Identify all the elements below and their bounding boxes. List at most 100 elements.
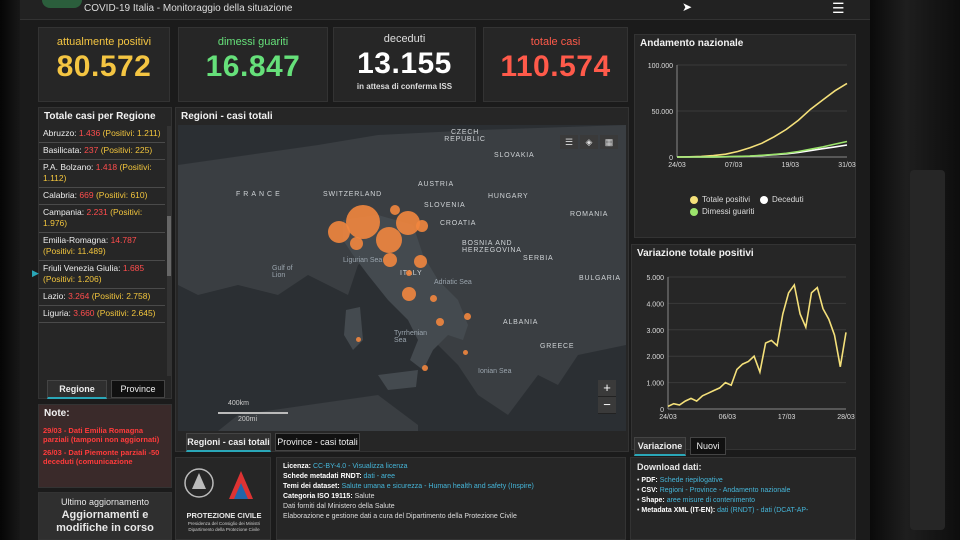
license-line-text[interactable]: Salute umana e sicurezza - Human health …: [342, 483, 534, 490]
update-title: Ultimo aggiornamento: [60, 497, 150, 507]
map-label-country: SERBIA: [523, 255, 554, 262]
map-bubble-lombardia[interactable]: [346, 205, 380, 239]
tab-regioni-casi-totali[interactable]: Regioni - casi totali: [186, 433, 271, 452]
license-line-text[interactable]: dati - aree: [364, 473, 396, 480]
map-bubble-trentino[interactable]: [390, 205, 400, 215]
download-item: • Metadata XML (IT-EN): dati (RNDT) - da…: [637, 506, 849, 516]
basemap-gallery-icon[interactable]: ▦: [600, 135, 618, 149]
chart1-title: Andamento nazionale: [640, 38, 744, 49]
download-item-label: Shape:: [641, 497, 665, 504]
protezione-civile-sub: Presidenza del Consiglio dei Ministri: [187, 521, 261, 526]
map-bubble-liguria[interactable]: [350, 237, 363, 250]
map-bubble-sardegna[interactable]: [356, 337, 361, 342]
y-tick-label: 3.000: [646, 328, 664, 335]
map-label-country: FRANCE: [236, 191, 283, 198]
x-tick-label: 31/03: [838, 162, 856, 169]
tab-province-casi-totali[interactable]: Province - casi totali: [275, 433, 360, 451]
region-positivi: (Positivi: 2.758): [91, 291, 151, 301]
map-bubble-abruzzo[interactable]: [430, 295, 437, 302]
tab-regione[interactable]: Regione: [47, 380, 107, 399]
map-scale-mi: 200mi: [238, 416, 258, 423]
logo-icon: [42, 0, 82, 8]
legend-list-icon[interactable]: ☰: [560, 135, 578, 149]
download-link[interactable]: Schede riepilogative: [660, 477, 723, 484]
region-list-item[interactable]: Abruzzo: 1.436 (Positivi: 1.211): [39, 126, 165, 143]
y-tick-label: 1.000: [646, 381, 664, 388]
dashboard-screen: COVID-19 Italia - Monitoraggio della sit…: [20, 0, 870, 540]
region-list-item[interactable]: Liguria: 3.660 (Positivi: 2.645): [39, 306, 165, 323]
license-line-text: Elaborazione e gestione dati a cura del …: [283, 513, 517, 520]
map-bubble-puglia[interactable]: [464, 313, 471, 320]
map-bubble-calabria[interactable]: [463, 350, 468, 355]
regions-list[interactable]: Abruzzo: 1.436 (Positivi: 1.211) Basilica…: [39, 126, 165, 376]
map-bubble-toscana[interactable]: [383, 253, 397, 267]
license-line: Elaborazione e gestione dati a cura del …: [283, 512, 619, 522]
license-line-text[interactable]: CC-BY-4.0 - Visualizza licenza: [313, 463, 408, 470]
map-bubble-campania[interactable]: [436, 318, 444, 326]
map-label-country: BOSNIA AND HERZEGOVINA: [462, 240, 522, 254]
download-link[interactable]: Regioni - Province - Andamento nazionale: [660, 487, 791, 494]
map-bubble-sicilia[interactable]: [422, 365, 428, 371]
license-line-label: Licenza:: [283, 463, 312, 470]
zoom-out-button[interactable]: −: [598, 397, 616, 414]
monitor-bezel-left: [0, 0, 20, 540]
y-tick-label: 50.000: [652, 109, 674, 116]
region-list-item[interactable]: Lazio: 3.264 (Positivi: 2.758): [39, 289, 165, 306]
y-tick-label: 100.000: [648, 63, 673, 70]
layers-icon[interactable]: ◈: [580, 135, 598, 149]
map-bubble-umbria[interactable]: [406, 270, 412, 276]
panel-collapse-arrow-icon[interactable]: ▶: [32, 268, 39, 279]
kpi-value: 16.847: [205, 50, 301, 83]
map-label-country: HUNGARY: [488, 193, 529, 200]
regions-scrollbar[interactable]: [167, 126, 171, 376]
protezione-civile-panel: PROTEZIONE CIVILE Presidenza del Consigl…: [175, 457, 271, 540]
map-label-country: AUSTRIA: [418, 181, 454, 188]
hamburger-menu-icon[interactable]: ☰: [832, 0, 845, 17]
protezione-civile-logo: [184, 468, 253, 499]
map-title: Regioni - casi totali: [181, 111, 273, 122]
download-link[interactable]: dati (RNDT) - dati (DCAT-AP-: [717, 507, 808, 514]
map-bubble-piemonte[interactable]: [328, 221, 350, 243]
tab-variazione[interactable]: Variazione: [634, 437, 686, 456]
map-label-sea: Ionian Sea: [478, 368, 512, 375]
chart2-title: Variazione totale positivi: [637, 248, 754, 259]
map-bubble-marche[interactable]: [414, 255, 427, 268]
monitor-bezel-right: [870, 0, 960, 540]
map-bubble-lazio[interactable]: [402, 287, 416, 301]
region-positivi: (Positivi: 1.211): [102, 128, 161, 138]
map-bubble-friuli[interactable]: [416, 220, 428, 232]
regions-panel-title: Totale casi per Regione: [44, 111, 156, 122]
region-list-item[interactable]: Friuli Venezia Giulia: 1.685 (Positivi: …: [39, 261, 165, 289]
kpi-subtext: in attesa di conferma ISS: [356, 82, 453, 91]
legend-item-guariti[interactable]: Dimessi guariti: [690, 207, 754, 216]
kpi-attualmente-positivi: attualmente positivi 80.572: [38, 27, 170, 102]
region-list-item[interactable]: Campania: 2.231 (Positivi: 1.976): [39, 205, 165, 233]
y-tick-label: 0: [660, 407, 664, 414]
zoom-in-button[interactable]: +: [598, 380, 616, 397]
kpi-label: dimessi guariti: [217, 36, 289, 48]
tab-nuovi[interactable]: Nuovi: [690, 437, 726, 455]
map-canvas[interactable]: FRANCE SWITZERLAND AUSTRIA CZECH REPUBLI…: [178, 125, 626, 431]
map-label-country: BULGARIA: [579, 275, 621, 282]
download-link[interactable]: aree misure di contenimento: [667, 497, 755, 504]
region-list-item[interactable]: Basilicata: 237 (Positivi: 225): [39, 143, 165, 160]
license-line: Categoria ISO 19115: Salute: [283, 492, 619, 502]
download-item-label: PDF:: [641, 477, 658, 484]
region-list-item[interactable]: P.A. Bolzano: 1.418 (Positivi: 1.112): [39, 160, 165, 188]
scrollbar-thumb[interactable]: [167, 216, 171, 276]
map-bubble-emilia-romagna[interactable]: [376, 227, 402, 253]
legend-label: Dimessi guariti: [702, 207, 755, 216]
top-bar: COVID-19 Italia - Monitoraggio della sit…: [20, 0, 870, 20]
region-positivi: (Positivi: 610): [95, 190, 148, 200]
notes-title: Note:: [44, 408, 70, 419]
region-cases: 3.660: [73, 308, 95, 318]
tab-province[interactable]: Province: [111, 380, 165, 398]
legend-item-totale[interactable]: Totale positivi: [690, 195, 750, 204]
legend-item-deceduti[interactable]: Deceduti: [760, 195, 804, 204]
license-line-text: Salute: [354, 493, 375, 500]
region-name: Liguria:: [43, 308, 71, 318]
license-lines: Licenza: CC-BY-4.0 - Visualizza licenza S…: [283, 462, 619, 522]
kpi-value: 80.572: [56, 50, 152, 83]
region-list-item[interactable]: Calabria: 669 (Positivi: 610): [39, 188, 165, 205]
region-list-item[interactable]: Emilia-Romagna: 14.787 (Positivi: 11.489…: [39, 233, 165, 261]
